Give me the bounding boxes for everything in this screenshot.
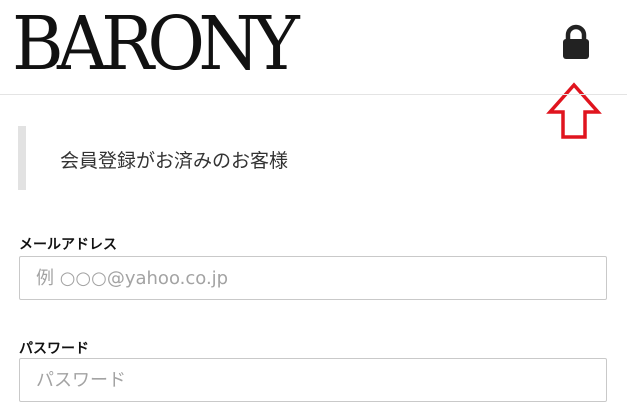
- section-title: 会員登録がお済みのお客様: [60, 150, 289, 172]
- brand-logo[interactable]: BARONY: [12, 4, 300, 84]
- email-field[interactable]: [19, 256, 607, 300]
- email-label: メールアドレス: [19, 237, 117, 253]
- site-header: BARONY: [0, 0, 627, 139]
- header-divider: [0, 94, 627, 95]
- password-label: パスワード: [19, 341, 89, 357]
- password-field[interactable]: [19, 358, 607, 402]
- lock-icon[interactable]: [556, 22, 596, 64]
- member-login-section: 会員登録がお済みのお客様: [18, 126, 626, 190]
